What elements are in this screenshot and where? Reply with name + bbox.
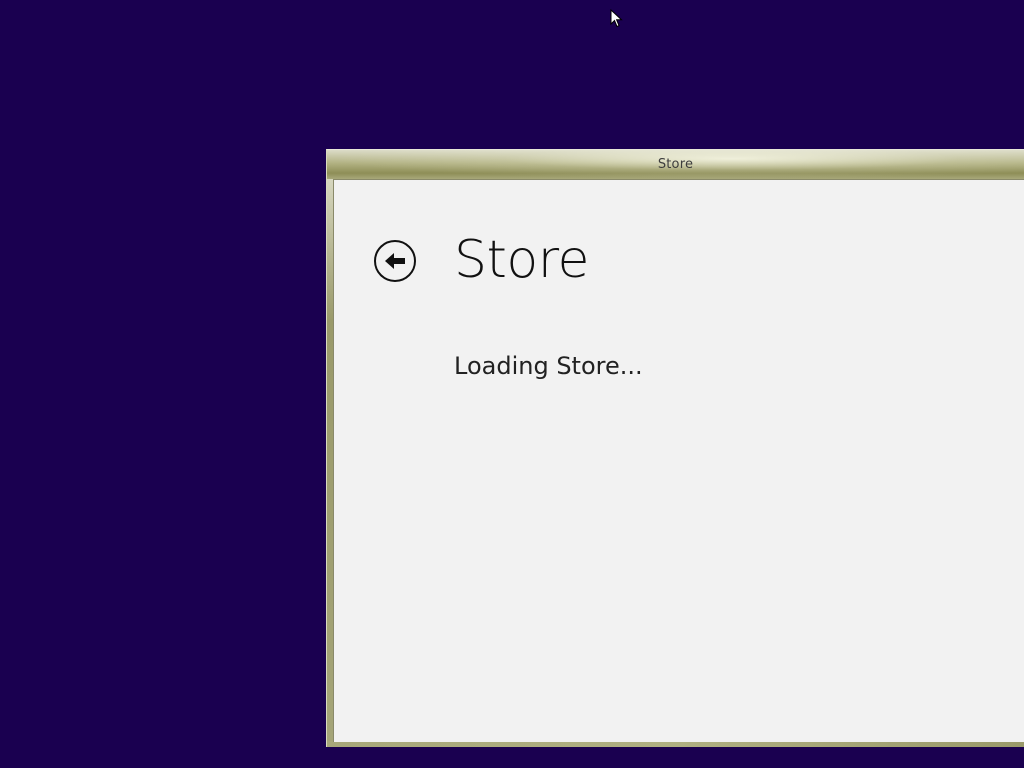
window-titlebar[interactable]: Store xyxy=(327,150,1024,179)
store-window[interactable]: Store Store Loading Store... xyxy=(326,149,1024,747)
page-title: Store xyxy=(454,230,589,290)
desktop: Store Store Loading Store... xyxy=(0,0,1024,768)
window-title: Store xyxy=(657,157,694,172)
window-client-area: Store Loading Store... xyxy=(333,179,1024,742)
mouse-pointer-icon xyxy=(610,9,623,28)
loading-status-text: Loading Store... xyxy=(454,352,643,380)
back-button[interactable] xyxy=(374,240,416,282)
back-arrow-icon xyxy=(385,253,405,269)
